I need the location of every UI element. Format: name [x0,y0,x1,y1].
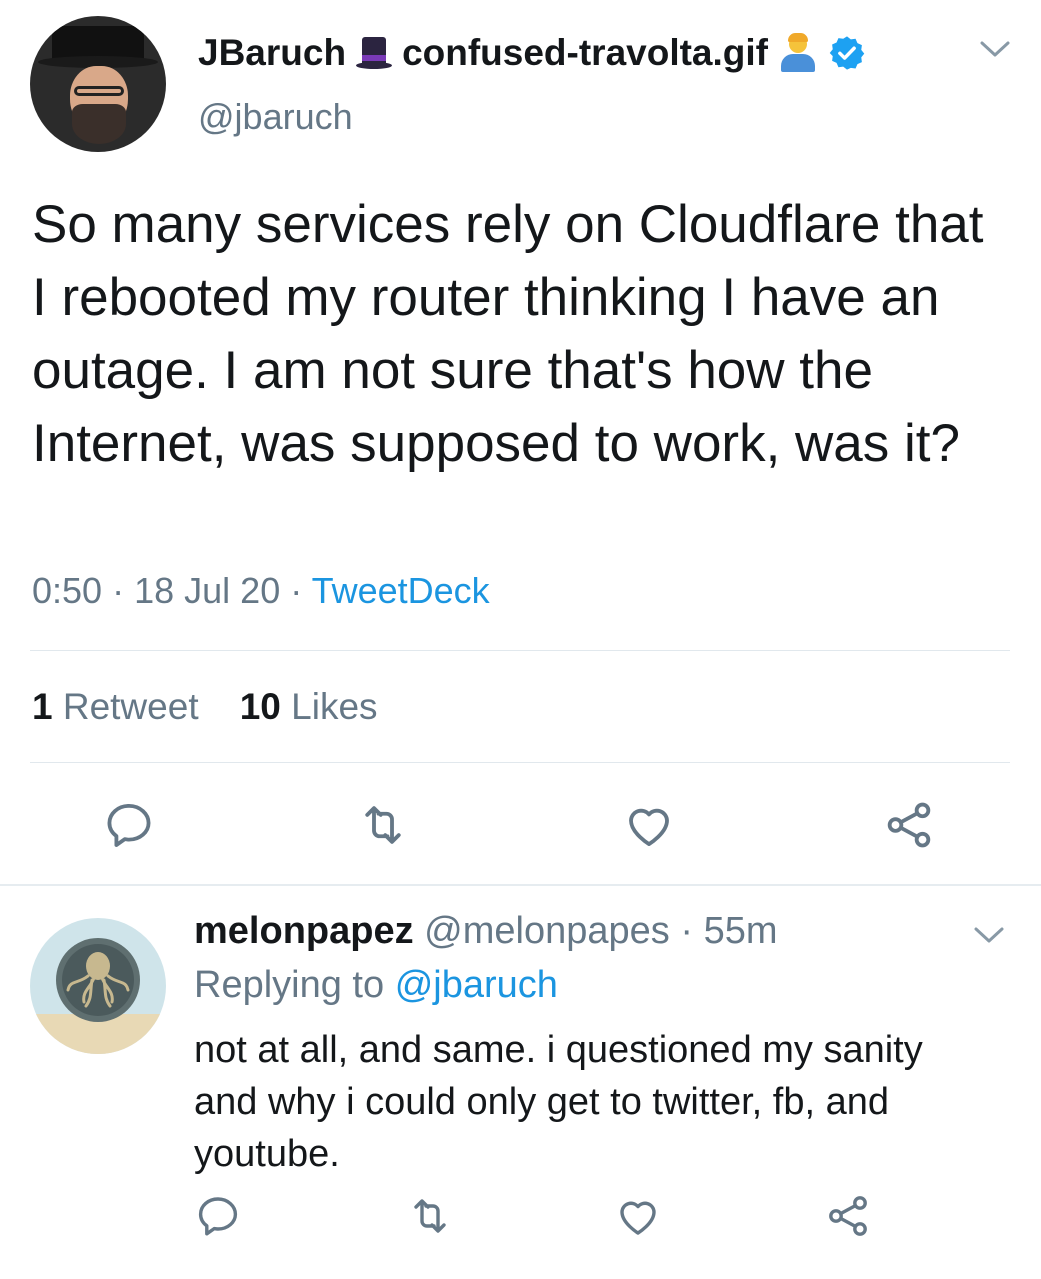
tweet-text: So many services rely on Cloudflare that… [32,195,984,473]
meta-separator: · [290,570,303,611]
author-display-name-suffix: confused-travolta.gif [402,32,768,73]
chevron-down-icon[interactable] [978,36,1012,62]
like-icon[interactable] [614,1192,662,1240]
divider [30,650,1010,651]
octopus-icon [30,938,166,1054]
share-icon[interactable] [824,1192,872,1240]
reply-text: not at all, and same. i questioned my sa… [194,1029,923,1175]
author-name-row[interactable]: JBaruch confused-travolta.gif [198,28,866,78]
person-gesturing-icon [778,33,818,73]
author-handle[interactable]: @jbaruch [198,96,353,138]
like-count: 10 [239,686,281,727]
retweet-label: Retweet [62,686,199,727]
share-icon[interactable] [882,798,936,852]
reply-icon[interactable] [194,1192,242,1240]
replying-to-handle[interactable]: @jbaruch [395,964,558,1006]
retweet-icon[interactable] [406,1192,454,1240]
reply-header: melonpapez @melonpapes · 55m [194,910,777,953]
tweet-meta: 0:50 · 18 Jul 20 · TweetDeck [32,570,490,612]
tweet-separator [0,884,1041,886]
reply-icon[interactable] [102,798,156,852]
tophat-icon [354,33,394,73]
author-display-name: JBaruch [198,32,347,73]
retweet-count: 1 [32,686,53,727]
reply-display-name[interactable]: melonpapez [194,910,414,952]
tweet-time: 0:50 [32,570,103,611]
divider [30,762,1010,763]
reply-handle[interactable]: @melonpapes [424,910,670,952]
meta-separator: · [680,910,693,952]
chevron-down-icon[interactable] [972,922,1006,948]
author-avatar[interactable] [30,16,166,152]
tweet-stats: 1 Retweet 10 Likes [32,686,378,728]
like-icon[interactable] [622,798,676,852]
replying-prefix: Replying to [194,964,385,1006]
verified-badge-icon [829,36,865,70]
replying-to: Replying to @jbaruch [194,964,558,1007]
like-stat[interactable]: 10 Likes [240,686,378,727]
reply-age[interactable]: 55m [704,910,778,952]
retweet-icon[interactable] [356,798,410,852]
like-label: Likes [291,686,378,727]
reply-avatar[interactable] [30,918,166,1054]
tweet-date[interactable]: 18 Jul 20 [134,570,280,611]
tweet-source-link[interactable]: TweetDeck [312,570,490,611]
meta-separator: · [112,570,125,611]
retweet-stat[interactable]: 1 Retweet [32,686,199,727]
